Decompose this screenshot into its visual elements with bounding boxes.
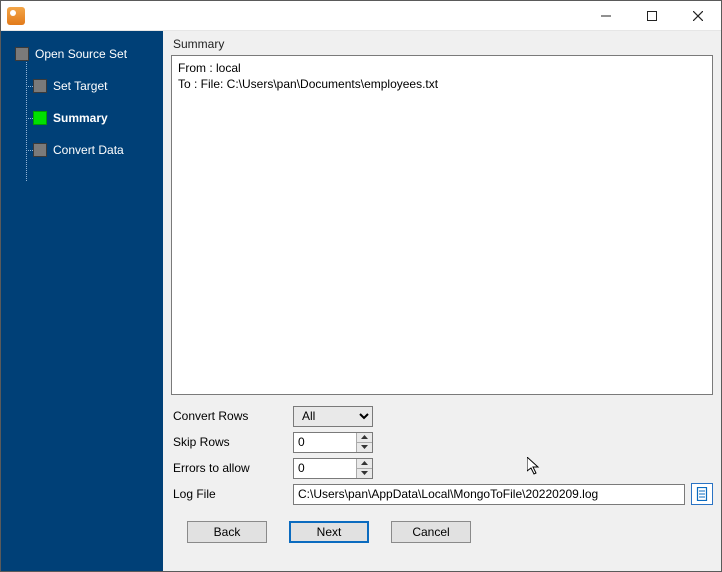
main-panel: Summary From : local To : File: C:\Users… — [163, 31, 721, 571]
app-icon — [7, 7, 25, 25]
log-file-input[interactable] — [293, 484, 685, 505]
maximize-button[interactable] — [629, 1, 675, 31]
next-button[interactable]: Next — [289, 521, 369, 543]
wizard-sidebar: Open Source Set Set Target Summary Conve… — [1, 31, 163, 571]
tree-connector — [26, 150, 33, 151]
minimize-icon — [601, 11, 611, 21]
step-summary[interactable]: Summary — [1, 107, 163, 129]
step-box-icon — [15, 47, 29, 61]
convert-rows-label: Convert Rows — [171, 409, 293, 423]
skip-rows-label: Skip Rows — [171, 435, 293, 449]
log-file-label: Log File — [171, 487, 293, 501]
panel-title: Summary — [171, 35, 713, 55]
tree-connector — [26, 118, 33, 119]
row-convert-rows: Convert Rows All — [171, 403, 713, 429]
step-label: Set Target — [53, 79, 107, 93]
skip-rows-spinner — [293, 432, 373, 453]
titlebar — [1, 1, 721, 31]
cancel-button-label: Cancel — [412, 525, 449, 539]
maximize-icon — [647, 11, 657, 21]
skip-rows-input[interactable] — [294, 433, 356, 452]
options-form: Convert Rows All Skip Rows — [171, 395, 713, 507]
step-convert-data[interactable]: Convert Data — [1, 139, 163, 161]
step-label: Convert Data — [53, 143, 124, 157]
chevron-down-icon — [361, 445, 368, 449]
row-errors-allow: Errors to allow — [171, 455, 713, 481]
step-box-icon — [33, 111, 47, 125]
skip-rows-down[interactable] — [357, 443, 372, 452]
chevron-up-icon — [361, 461, 368, 465]
summary-textbox[interactable]: From : local To : File: C:\Users\pan\Doc… — [171, 55, 713, 395]
row-skip-rows: Skip Rows — [171, 429, 713, 455]
minimize-button[interactable] — [583, 1, 629, 31]
errors-allow-spinner — [293, 458, 373, 479]
close-icon — [693, 11, 703, 21]
step-box-icon — [33, 143, 47, 157]
step-open-source-set[interactable]: Open Source Set — [1, 43, 163, 65]
cancel-button[interactable]: Cancel — [391, 521, 471, 543]
errors-allow-input[interactable] — [294, 459, 356, 478]
step-label: Summary — [53, 111, 108, 125]
errors-allow-up[interactable] — [357, 459, 372, 469]
errors-allow-down[interactable] — [357, 469, 372, 478]
step-label: Open Source Set — [35, 47, 127, 61]
app-window: Open Source Set Set Target Summary Conve… — [0, 0, 722, 572]
skip-rows-up[interactable] — [357, 433, 372, 443]
chevron-down-icon — [361, 471, 368, 475]
close-button[interactable] — [675, 1, 721, 31]
step-box-icon — [33, 79, 47, 93]
log-file-browse-button[interactable] — [691, 483, 713, 505]
errors-allow-label: Errors to allow — [171, 461, 293, 475]
convert-rows-select[interactable]: All — [293, 406, 373, 427]
chevron-up-icon — [361, 435, 368, 439]
tree-connector — [26, 86, 33, 87]
document-icon — [696, 487, 708, 501]
wizard-footer: Back Next Cancel — [171, 507, 713, 557]
row-log-file: Log File — [171, 481, 713, 507]
next-button-label: Next — [317, 525, 342, 539]
step-set-target[interactable]: Set Target — [1, 75, 163, 97]
back-button-label: Back — [214, 525, 241, 539]
back-button[interactable]: Back — [187, 521, 267, 543]
content-area: Open Source Set Set Target Summary Conve… — [1, 31, 721, 571]
